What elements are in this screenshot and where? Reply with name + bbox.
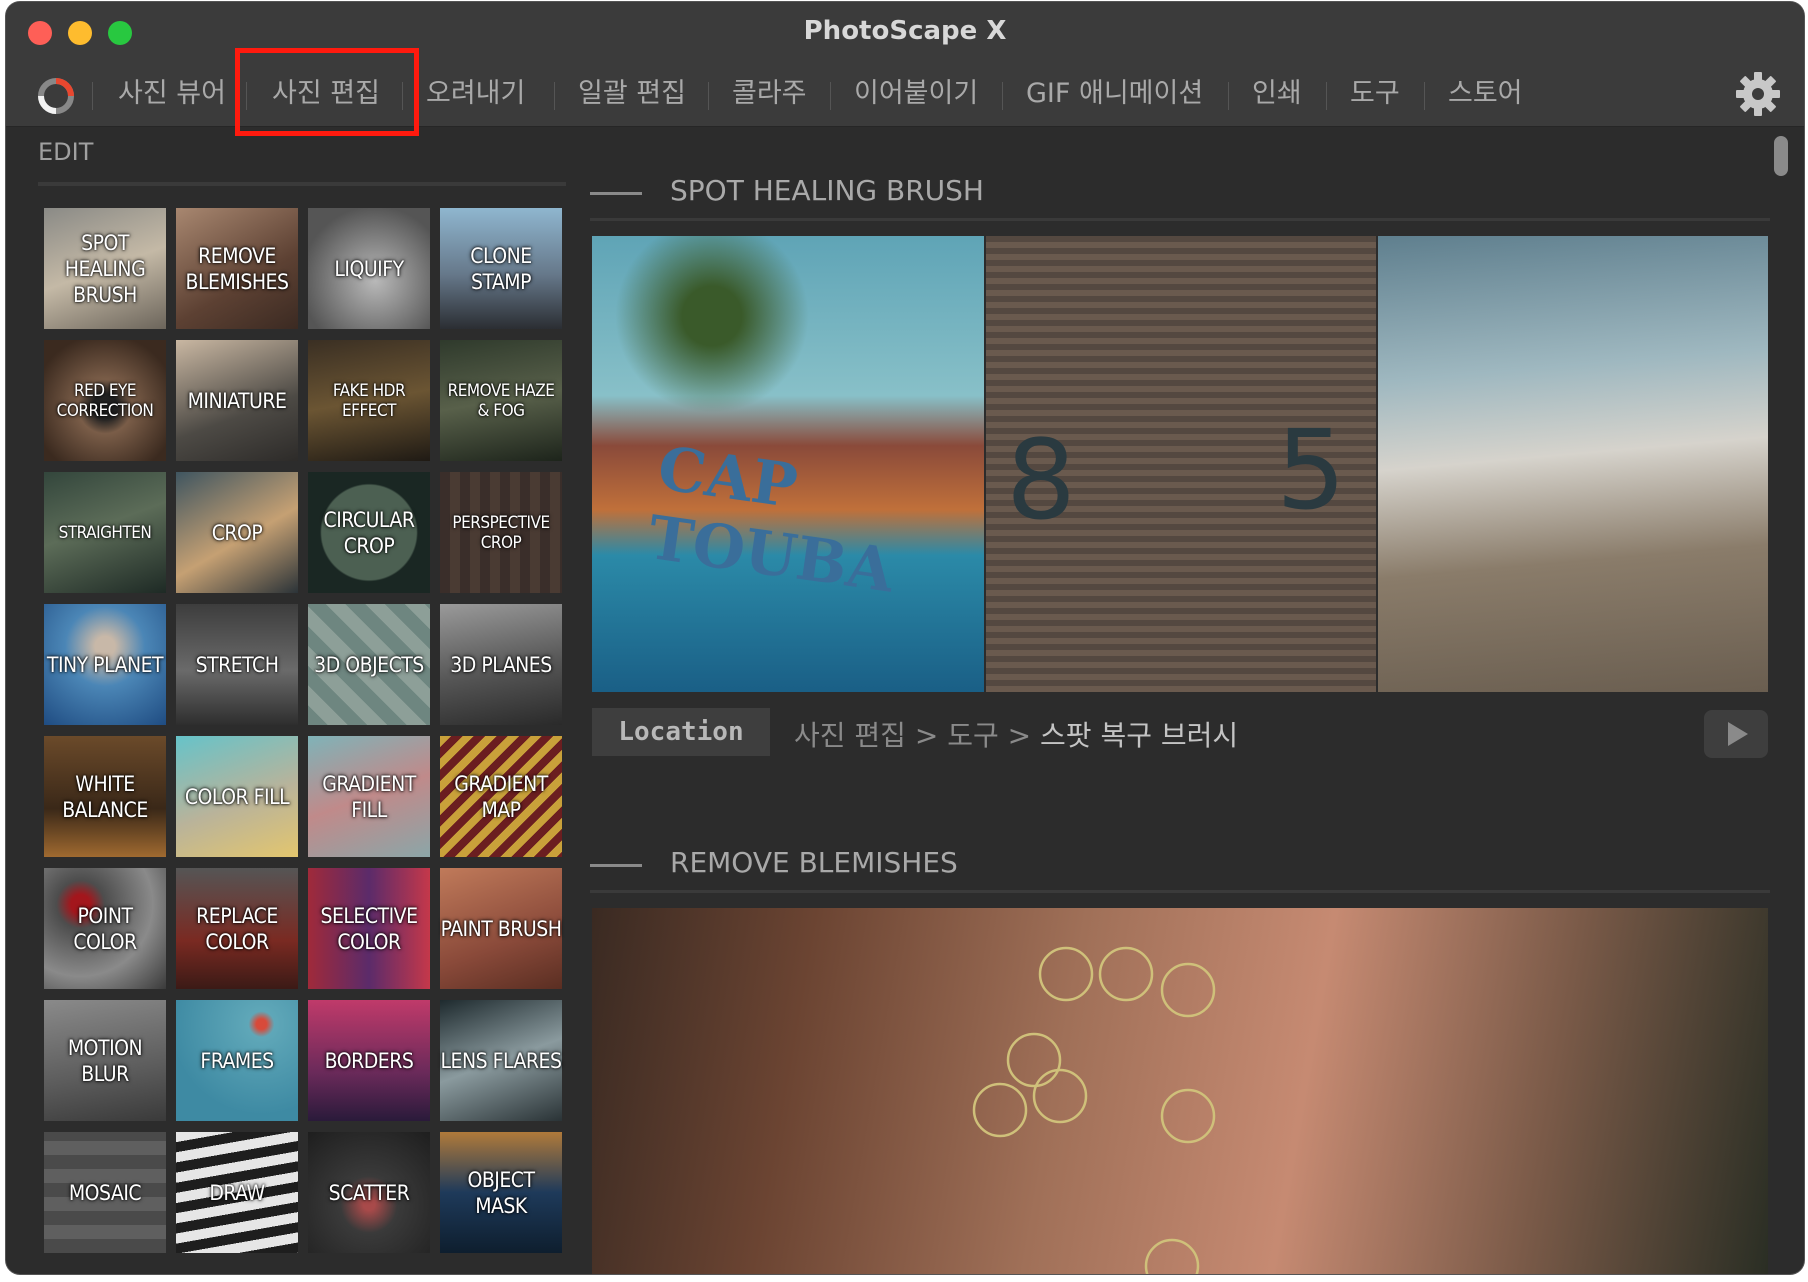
tool-white-balance[interactable]: WHITE BALANCE (44, 736, 166, 857)
menu-separator (830, 82, 831, 110)
menu-store[interactable]: 스토어 (1448, 72, 1523, 116)
menu-separator (1326, 82, 1327, 110)
tool-object-mask[interactable]: OBJECT MASK (440, 1132, 562, 1253)
tool-3d-objects[interactable]: 3D OBJECTS (308, 604, 430, 725)
menu-separator (708, 82, 709, 110)
window-title: PhotoScape X (803, 16, 1007, 46)
divider (38, 182, 566, 186)
breadcrumb-separator: > (1007, 719, 1032, 752)
app-logo-icon[interactable] (36, 76, 76, 116)
example-photo-beach (1378, 236, 1768, 692)
heading-dash (590, 192, 642, 195)
play-icon (1728, 722, 1748, 746)
divider (590, 218, 1770, 221)
tool-motion-blur[interactable]: MOTION BLUR (44, 1000, 166, 1121)
menu-batch-edit[interactable]: 일괄 편집 (578, 72, 686, 116)
tool-gradient-fill[interactable]: GRADIENT FILL (308, 736, 430, 857)
breadcrumb-item: 도구 (947, 719, 999, 752)
tool-replace-color[interactable]: REPLACE COLOR (176, 868, 298, 989)
section-title-spot-healing: SPOT HEALING BRUSH (670, 174, 984, 207)
blemish-markers (972, 946, 1216, 1274)
tool-remove-haze-fog[interactable]: REMOVE HAZE & FOG (440, 340, 562, 461)
tool-selective-color[interactable]: SELECTIVE COLOR (308, 868, 430, 989)
tool-remove-blemishes[interactable]: REMOVE BLEMISHES (176, 208, 298, 329)
palm-tree (612, 236, 812, 426)
content-scrollbar[interactable] (1774, 136, 1788, 176)
example-photo-face (592, 908, 1768, 1274)
menu-combine[interactable]: 이어붙이기 (854, 72, 978, 116)
wall-number-8: 8 (1006, 416, 1076, 544)
tool-spot-healing-brush[interactable]: SPOT HEALING BRUSH (44, 208, 166, 329)
tool-point-color[interactable]: POINT COLOR (44, 868, 166, 989)
menu-collage[interactable]: 콜라주 (732, 72, 807, 116)
tool-circular-crop[interactable]: CIRCULAR CROP (308, 472, 430, 593)
tool-scatter[interactable]: SCATTER (308, 1132, 430, 1253)
heading-dash (590, 864, 642, 867)
tool-draw[interactable]: DRAW (176, 1132, 298, 1253)
breadcrumb-item: 사진 편집 (794, 719, 906, 752)
example-photo-boat: CAP TOUBA (592, 236, 984, 692)
tool-stretch[interactable]: STRETCH (176, 604, 298, 725)
menu-separator (92, 82, 93, 110)
tool-liquify[interactable]: LIQUIFY (308, 208, 430, 329)
edit-heading: EDIT (38, 138, 94, 166)
tool-color-fill[interactable]: COLOR FILL (176, 736, 298, 857)
tool-straighten[interactable]: STRAIGHTEN (44, 472, 166, 593)
breadcrumb-current: 스팟 복구 브러시 (1040, 719, 1239, 752)
breadcrumb-separator: > (914, 719, 939, 752)
app-window: PhotoScape X 사진 뷰어 사진 편집 오려내기 일괄 편집 콜라주 … (6, 2, 1804, 1274)
tool-red-eye-correction[interactable]: RED EYE CORRECTION (44, 340, 166, 461)
location-label: Location (592, 708, 770, 756)
tool-crop[interactable]: CROP (176, 472, 298, 593)
tool-fake-hdr-effect[interactable]: FAKE HDR EFFECT (308, 340, 430, 461)
tool-tiny-planet[interactable]: TINY PLANET (44, 604, 166, 725)
menu-cut-out[interactable]: 오려내기 (426, 72, 525, 116)
menu-separator (554, 82, 555, 110)
section-title-remove-blemishes: REMOVE BLEMISHES (670, 846, 958, 879)
menu-separator (1424, 82, 1425, 110)
tool-frames[interactable]: FRAMES (176, 1000, 298, 1121)
tool-borders[interactable]: BORDERS (308, 1000, 430, 1121)
divider (590, 890, 1770, 893)
menu-tools[interactable]: 도구 (1350, 72, 1400, 116)
tool-lens-flares[interactable]: LENS FLARES (440, 1000, 562, 1121)
play-video-button[interactable] (1704, 710, 1768, 758)
wall-number-5: 5 (1276, 406, 1346, 534)
tool-perspective-crop[interactable]: PERSPECTIVE CROP (440, 472, 562, 593)
menu-path-breadcrumb: 사진 편집 > 도구 > 스팟 복구 브러시 (794, 714, 1238, 754)
tool-gradient-map[interactable]: GRADIENT MAP (440, 736, 562, 857)
menu-photo-viewer[interactable]: 사진 뷰어 (118, 72, 226, 116)
tool-3d-planes[interactable]: 3D PLANES (440, 604, 562, 725)
boat-lettering: CAP TOUBA (643, 433, 898, 607)
tool-clone-stamp[interactable]: CLONE STAMP (440, 208, 562, 329)
menu-separator (1002, 82, 1003, 110)
settings-gear-icon[interactable] (1734, 70, 1782, 118)
tool-mosaic[interactable]: MOSAIC (44, 1132, 166, 1253)
menu-print[interactable]: 인쇄 (1252, 72, 1302, 116)
menu-gif-animation[interactable]: GIF 애니메이션 (1026, 72, 1203, 116)
selected-menu-highlight (235, 48, 419, 136)
example-photo-brick-wall: 8 5 (986, 236, 1376, 692)
tool-miniature[interactable]: MINIATURE (176, 340, 298, 461)
menu-separator (1228, 82, 1229, 110)
tool-paint-brush[interactable]: PAINT BRUSH (440, 868, 562, 989)
